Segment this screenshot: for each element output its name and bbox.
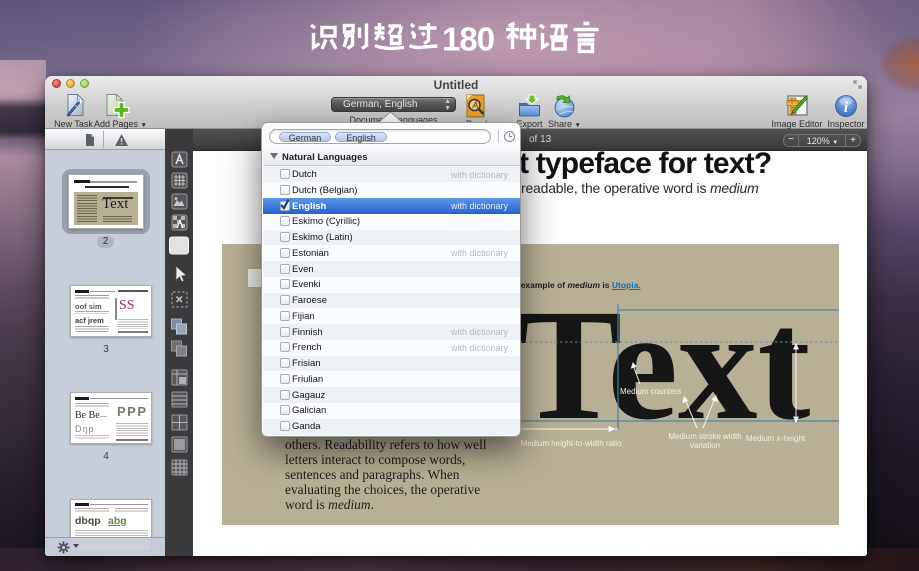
svg-text:180: 180: [442, 21, 494, 56]
